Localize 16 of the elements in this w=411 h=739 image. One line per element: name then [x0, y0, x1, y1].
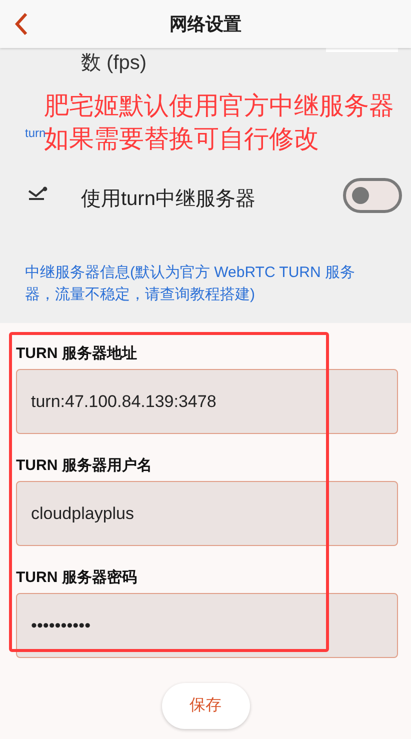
field-label: TURN 服务器密码 [16, 568, 138, 588]
annotation-text: 肥宅姬默认使用官方中继服务器 如果需要替换可自行修改 [44, 91, 394, 155]
setting-label: 使用turn中继服务器 [81, 187, 256, 212]
toggle-switch[interactable] [343, 178, 402, 213]
back-icon [14, 12, 28, 36]
field-label: TURN 服务器地址 [16, 344, 138, 364]
relay-icon [28, 186, 48, 200]
input-field[interactable]: •••••••••• [16, 593, 398, 658]
field-label: TURN 服务器用户名 [16, 456, 153, 476]
save-button[interactable]: 保存 [162, 683, 250, 729]
setting-label: 数 (fps) [81, 51, 147, 76]
input-field[interactable]: cloudplayplus [16, 481, 398, 546]
section-header: turn [25, 125, 46, 140]
info-text: 中继服务器信息(默认为官方 WebRTC TURN 服务器，流量不稳定，请查询教程搭建) [25, 263, 356, 305]
page-title: 网络设置 [170, 12, 242, 36]
input-field[interactable]: turn:47.100.84.139:3478 [16, 369, 398, 434]
